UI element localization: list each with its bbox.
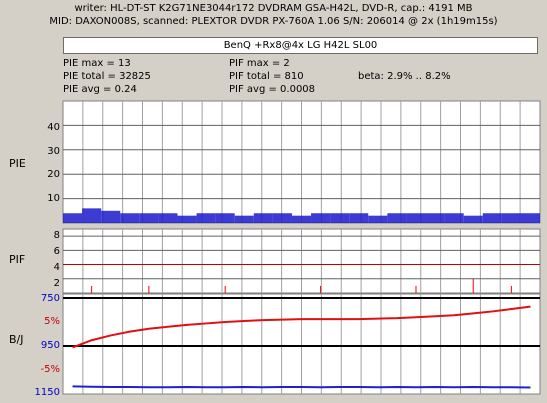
pie-bar-19 (425, 213, 445, 223)
pie-bar-16 (368, 215, 388, 223)
pie-bar-12 (291, 215, 312, 223)
pie-bar-2 (101, 210, 121, 223)
pie-bar-24 (520, 213, 540, 223)
pie-bar-20 (444, 213, 464, 223)
pie-bar-18 (406, 213, 426, 223)
pie-bar-11 (272, 213, 292, 223)
pie-bar-10 (253, 213, 273, 223)
pie-bar-15 (349, 213, 369, 223)
pie-bar-13 (311, 213, 331, 223)
pie-bar-9 (234, 215, 254, 223)
pie-bar-1 (82, 208, 102, 223)
pie-bar-4 (139, 213, 159, 223)
pie-bar-6 (177, 215, 197, 223)
pie-bar-8 (215, 213, 235, 223)
pie-bar-23 (501, 213, 521, 223)
pie-bar-7 (196, 213, 216, 223)
pie-bar-22 (482, 213, 502, 223)
pie-bar-17 (387, 213, 407, 223)
pie-bar-3 (120, 213, 140, 223)
jitter-line (72, 385, 531, 389)
pie-bar-0 (63, 213, 83, 223)
pie-bar-5 (158, 213, 178, 223)
pie-bar-14 (330, 213, 350, 223)
pie-bar-21 (463, 215, 483, 223)
scan-chart (62, 100, 541, 395)
